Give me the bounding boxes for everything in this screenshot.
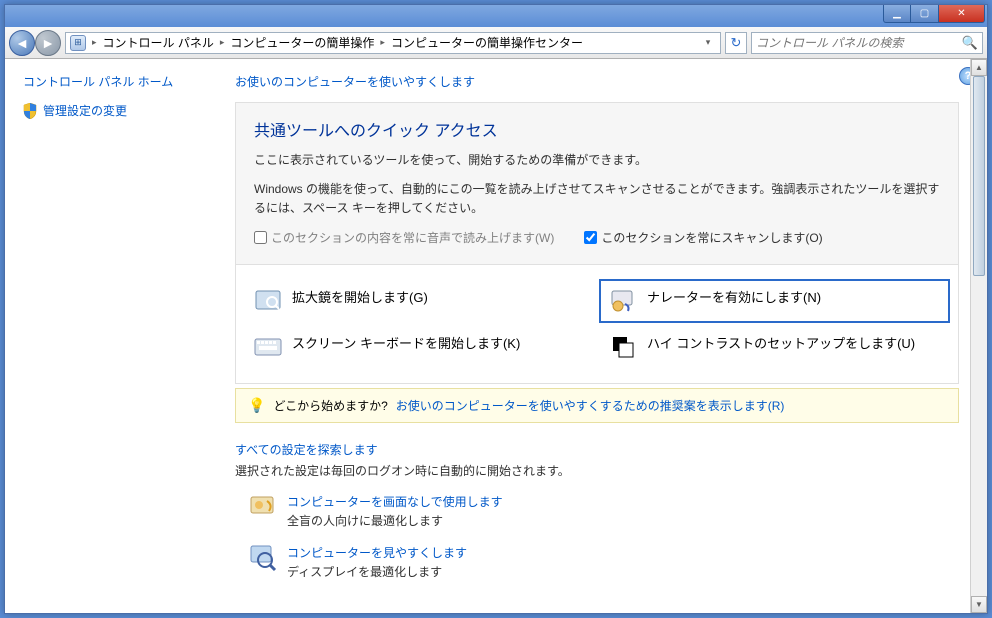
easysee-sub: ディスプレイを最適化します [287, 565, 442, 579]
explore-desc: 選択された設定は毎回のログオン時に自動的に開始されます。 [235, 462, 959, 479]
breadcrumb-dropdown[interactable]: ▾ [700, 37, 716, 48]
explore-title: すべての設定を探索します [235, 441, 959, 458]
content-area: コントロール パネル ホーム 管理設定の変更 ? お使いのコンピューターを使いや… [5, 59, 987, 613]
window-controls: ▁ ▢ ✕ [883, 5, 985, 27]
control-panel-icon: ⊞ [70, 35, 86, 51]
scan-checkbox-input[interactable] [584, 231, 597, 244]
magnifier-tool[interactable]: 拡大鏡を開始します(G) [254, 287, 585, 315]
magnifier-label: 拡大鏡を開始します(G) [292, 287, 428, 306]
contrast-label: ハイ コントラストのセットアップをします(U) [647, 333, 915, 352]
page-intro: お使いのコンピューターを使いやすくします [235, 73, 959, 90]
quick-access-desc2: Windows の機能を使って、自動的にこの一覧を読み上げさせてスキャンさせるこ… [254, 180, 940, 218]
refresh-button[interactable]: ↻ [725, 32, 747, 54]
osk-label: スクリーン キーボードを開始します(K) [292, 333, 520, 352]
minimize-button[interactable]: ▁ [883, 5, 911, 23]
search-input[interactable] [756, 36, 962, 50]
toolbar: ◄ ► ⊞ ▸ コントロール パネル ▸ コンピューターの簡単操作 ▸ コンピュ… [5, 27, 987, 59]
maximize-button[interactable]: ▢ [911, 5, 939, 23]
scrollbar[interactable]: ▲ ▼ [970, 59, 987, 613]
keyboard-icon [254, 333, 282, 361]
contrast-icon [609, 333, 637, 361]
easysee-link[interactable]: コンピューターを見やすくします [287, 544, 467, 561]
nodisplay-text: コンピューターを画面なしで使用します 全盲の人向けに最適化します [287, 493, 503, 530]
breadcrumb-root[interactable]: コントロール パネル [103, 34, 214, 51]
magnifier-icon [254, 287, 282, 315]
quick-access-box: 共通ツールへのクイック アクセス ここに表示されているツールを使って、開始するた… [235, 102, 959, 265]
voice-checkbox-label: このセクションの内容を常に音声で読み上げます(W) [271, 229, 554, 246]
shield-icon [23, 103, 37, 119]
hint-question: どこから始めますか? [273, 397, 387, 414]
tools-grid: 拡大鏡を開始します(G) ナレーターを有効にします(N) スクリーン キーボード… [235, 265, 959, 384]
osk-tool[interactable]: スクリーン キーボードを開始します(K) [254, 333, 585, 361]
chevron-icon: ▸ [380, 37, 385, 48]
chevron-icon: ▸ [220, 37, 225, 48]
voice-checkbox[interactable]: このセクションの内容を常に音声で読み上げます(W) [254, 229, 554, 246]
recommendations-link[interactable]: お使いのコンピューターを使いやすくするための推奨案を表示します(R) [396, 397, 785, 414]
easysee-text: コンピューターを見やすくします ディスプレイを最適化します [287, 544, 467, 581]
narrator-icon [609, 287, 637, 315]
scroll-down-button[interactable]: ▼ [971, 596, 987, 613]
sidebar: コントロール パネル ホーム 管理設定の変更 [5, 59, 225, 613]
nav-arrows: ◄ ► [9, 30, 61, 56]
back-button[interactable]: ◄ [9, 30, 35, 56]
hint-bar: 💡 どこから始めますか? お使いのコンピューターを使いやすくするための推奨案を表… [235, 388, 959, 423]
close-button[interactable]: ✕ [939, 5, 985, 23]
narrator-label: ナレーターを有効にします(N) [647, 287, 821, 306]
scroll-thumb[interactable] [973, 76, 985, 276]
main-panel: ? お使いのコンピューターを使いやすくします 共通ツールへのクイック アクセス … [225, 59, 987, 613]
voice-checkbox-input[interactable] [254, 231, 267, 244]
nodisplay-sub: 全盲の人向けに最適化します [287, 514, 443, 528]
breadcrumb[interactable]: ⊞ ▸ コントロール パネル ▸ コンピューターの簡単操作 ▸ コンピューターの… [65, 32, 721, 54]
bulb-icon: 💡 [248, 397, 265, 414]
admin-settings-label: 管理設定の変更 [43, 102, 127, 119]
breadcrumb-level1[interactable]: コンピューターの簡単操作 [230, 34, 374, 51]
search-icon: 🔍 [962, 35, 978, 51]
admin-settings-link[interactable]: 管理設定の変更 [23, 102, 207, 119]
window: ▁ ▢ ✕ ◄ ► ⊞ ▸ コントロール パネル ▸ コンピューターの簡単操作 … [4, 4, 988, 614]
forward-button[interactable]: ► [35, 30, 61, 56]
nodisplay-item: コンピューターを画面なしで使用します 全盲の人向けに最適化します [235, 493, 959, 530]
scan-checkbox[interactable]: このセクションを常にスキャンします(O) [584, 229, 822, 246]
quick-access-desc1: ここに表示されているツールを使って、開始するための準備ができます。 [254, 151, 940, 170]
nodisplay-icon [249, 493, 277, 521]
breadcrumb-level2[interactable]: コンピューターの簡単操作センター [391, 34, 583, 51]
narrator-tool[interactable]: ナレーターを有効にします(N) [599, 279, 950, 323]
quick-checks: このセクションの内容を常に音声で読み上げます(W) このセクションを常にスキャン… [254, 229, 940, 246]
easysee-icon [249, 544, 277, 572]
control-panel-home-link[interactable]: コントロール パネル ホーム [23, 73, 207, 90]
scroll-up-button[interactable]: ▲ [971, 59, 987, 76]
nodisplay-link[interactable]: コンピューターを画面なしで使用します [287, 493, 503, 510]
titlebar: ▁ ▢ ✕ [5, 5, 987, 27]
search-box[interactable]: 🔍 [751, 32, 983, 54]
quick-access-title: 共通ツールへのクイック アクセス [254, 117, 940, 141]
contrast-tool[interactable]: ハイ コントラストのセットアップをします(U) [609, 333, 940, 361]
chevron-icon: ▸ [92, 37, 97, 48]
scan-checkbox-label: このセクションを常にスキャンします(O) [601, 229, 822, 246]
easysee-item: コンピューターを見やすくします ディスプレイを最適化します [235, 544, 959, 581]
